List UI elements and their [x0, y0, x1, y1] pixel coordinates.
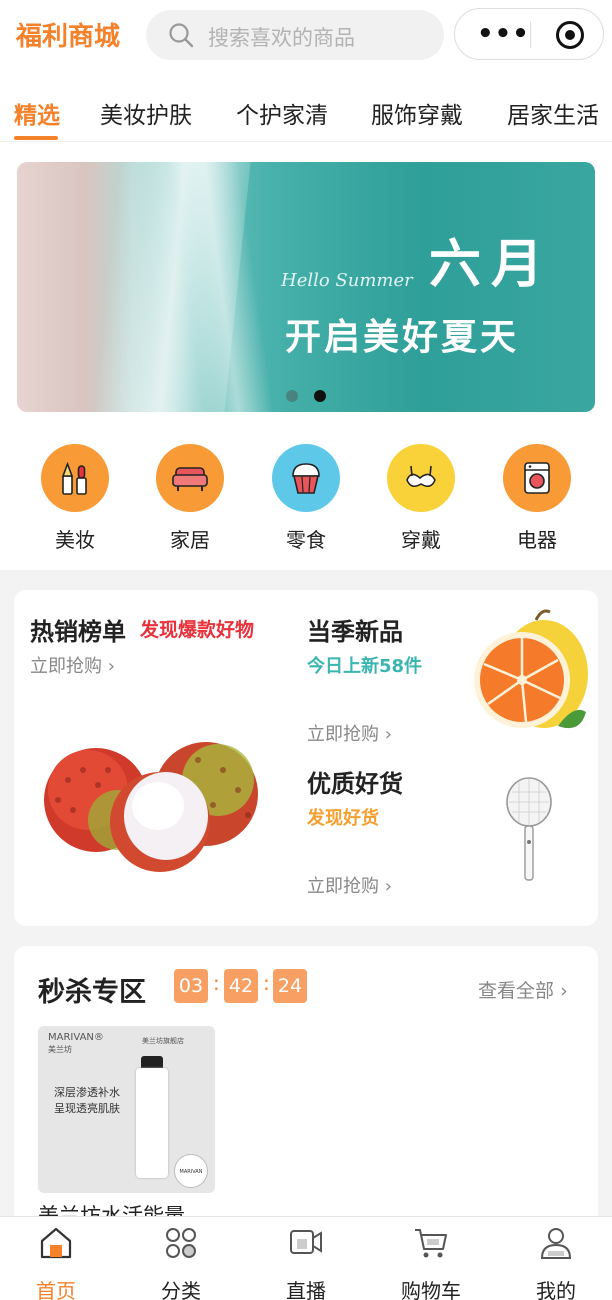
- countdown-hours: 03: [174, 969, 208, 1003]
- active-tab-indicator: [14, 136, 58, 140]
- product-seal: MARIVAN: [174, 1154, 208, 1188]
- tab-beauty-skincare[interactable]: 美妆护肤: [100, 96, 192, 130]
- sofa-icon: [156, 444, 224, 512]
- miniapp-capsule: •••: [454, 8, 604, 60]
- quality-goods-subtitle: 发现好货: [307, 808, 379, 829]
- nav-label: 购物车: [401, 1279, 461, 1300]
- header: 福利商城 搜索喜欢的商品 •••: [0, 0, 612, 76]
- nav-home[interactable]: 首页: [6, 1225, 106, 1300]
- category-icon: [166, 1228, 196, 1258]
- nav-label: 直播: [286, 1279, 326, 1300]
- makeup-icon: [41, 444, 109, 512]
- countdown-colon: :: [213, 971, 220, 995]
- category-label: 零食: [286, 528, 326, 552]
- category-appliance[interactable]: 电器: [492, 444, 582, 564]
- banner-month-text: 六月: [429, 235, 554, 295]
- category-snacks[interactable]: 零食: [261, 444, 351, 564]
- chevron-right-icon: ›: [560, 980, 568, 1002]
- product-brand: MARIVAN®: [48, 1032, 104, 1043]
- home-icon: [40, 1227, 72, 1259]
- banner-hello-text: Hello Summer: [281, 270, 413, 291]
- countdown-colon: :: [263, 971, 270, 995]
- bottle: [136, 1068, 168, 1178]
- hot-list-subtitle: 发现爆款好物: [140, 619, 255, 641]
- category-home[interactable]: 家居: [145, 444, 235, 564]
- chevron-right-icon: ›: [384, 724, 392, 745]
- new-arrivals-subtitle: 今日上新58件: [307, 656, 423, 677]
- cupcake-icon: [272, 444, 340, 512]
- nav-label: 首页: [36, 1279, 76, 1300]
- category-label: 家居: [170, 528, 210, 552]
- banner-slogan: 开启美好夏天: [285, 317, 520, 358]
- banner-area: Hello Summer 六月 开启美好夏天: [0, 142, 612, 428]
- mosquito-swatter-icon[interactable]: [504, 776, 554, 886]
- view-all-link[interactable]: 查看全部 ›: [478, 976, 568, 1003]
- product-copy-line-1: 深层渗透补水: [54, 1086, 120, 1099]
- promo-banner[interactable]: Hello Summer 六月 开启美好夏天: [17, 162, 595, 412]
- quality-goods-title[interactable]: 优质好货: [307, 764, 403, 799]
- countdown-seconds: 24: [273, 969, 307, 1003]
- search-placeholder: 搜索喜欢的商品: [208, 26, 355, 50]
- category-wear[interactable]: 穿戴: [376, 444, 466, 564]
- chevron-right-icon: ›: [384, 876, 392, 897]
- countdown-minutes: 42: [224, 969, 258, 1003]
- search-icon: [169, 23, 194, 48]
- promo-card: 热销榜单 发现爆款好物 立即抢购 › 当季新品 今日上新58件 立即抢购 › 优…: [14, 590, 598, 926]
- product-copy-line-2: 呈现透亮肌肤: [54, 1102, 120, 1115]
- nav-live[interactable]: 直播: [256, 1225, 356, 1300]
- bottom-nav: 首页 分类 直播 购物车 我的: [0, 1216, 612, 1300]
- orange-icon[interactable]: [470, 608, 590, 740]
- product-brand-cn: 美兰坊: [48, 1045, 72, 1054]
- nav-label: 分类: [161, 1279, 201, 1300]
- product-shop: 美兰坊旗舰店: [142, 1037, 184, 1045]
- search-bar[interactable]: 搜索喜欢的商品: [146, 10, 444, 60]
- nav-label: 我的: [536, 1279, 576, 1300]
- nav-profile[interactable]: 我的: [506, 1225, 606, 1300]
- new-arrivals-title[interactable]: 当季新品: [307, 612, 403, 647]
- live-camera-icon: [290, 1230, 322, 1254]
- category-shortcuts: 美妆 家居 零食 穿戴 电器: [0, 428, 612, 570]
- app-logo[interactable]: 福利商城: [16, 16, 120, 53]
- category-tabs: 精选 美妆护肤 个护家清 服饰穿戴 居家生活: [0, 76, 612, 142]
- category-makeup[interactable]: 美妆: [30, 444, 120, 564]
- cart-icon: [415, 1229, 447, 1258]
- category-label: 美妆: [55, 528, 95, 552]
- flash-product-image[interactable]: MARIVAN® 美兰坊 美兰坊旗舰店 深层渗透补水 呈现透亮肌肤 MARIVA…: [38, 1026, 215, 1193]
- banner-dot-2[interactable]: [314, 390, 326, 402]
- flash-sale-title: 秒杀专区: [38, 977, 146, 1008]
- quality-goods-buy-link[interactable]: 立即抢购 ›: [307, 872, 392, 898]
- close-miniapp-icon[interactable]: [556, 21, 584, 49]
- category-label: 电器: [517, 528, 557, 552]
- tab-home-living[interactable]: 居家生活: [507, 96, 599, 130]
- chevron-right-icon: ›: [107, 656, 115, 677]
- category-label: 穿戴: [401, 528, 441, 552]
- profile-icon: [540, 1228, 572, 1259]
- tab-apparel[interactable]: 服饰穿戴: [371, 96, 463, 130]
- banner-dot-1[interactable]: [286, 390, 298, 402]
- bra-icon: [387, 444, 455, 512]
- nav-cart[interactable]: 购物车: [381, 1225, 481, 1300]
- new-arrivals-buy-link[interactable]: 立即抢购 ›: [307, 720, 392, 746]
- hot-list-buy-link[interactable]: 立即抢购 ›: [30, 652, 115, 678]
- more-menu-icon[interactable]: •••: [477, 19, 530, 49]
- capsule-divider: [530, 22, 531, 48]
- nav-category[interactable]: 分类: [131, 1225, 231, 1300]
- tab-featured[interactable]: 精选: [14, 96, 60, 130]
- lychee-icon[interactable]: [38, 730, 278, 880]
- tab-personal-home-care[interactable]: 个护家清: [236, 96, 328, 130]
- flash-sale-section: 秒杀专区 03 : 42 : 24 查看全部 › MARIVAN® 美兰坊 美兰…: [14, 946, 598, 1246]
- hot-list-title[interactable]: 热销榜单: [30, 612, 126, 647]
- washing-machine-icon: [503, 444, 571, 512]
